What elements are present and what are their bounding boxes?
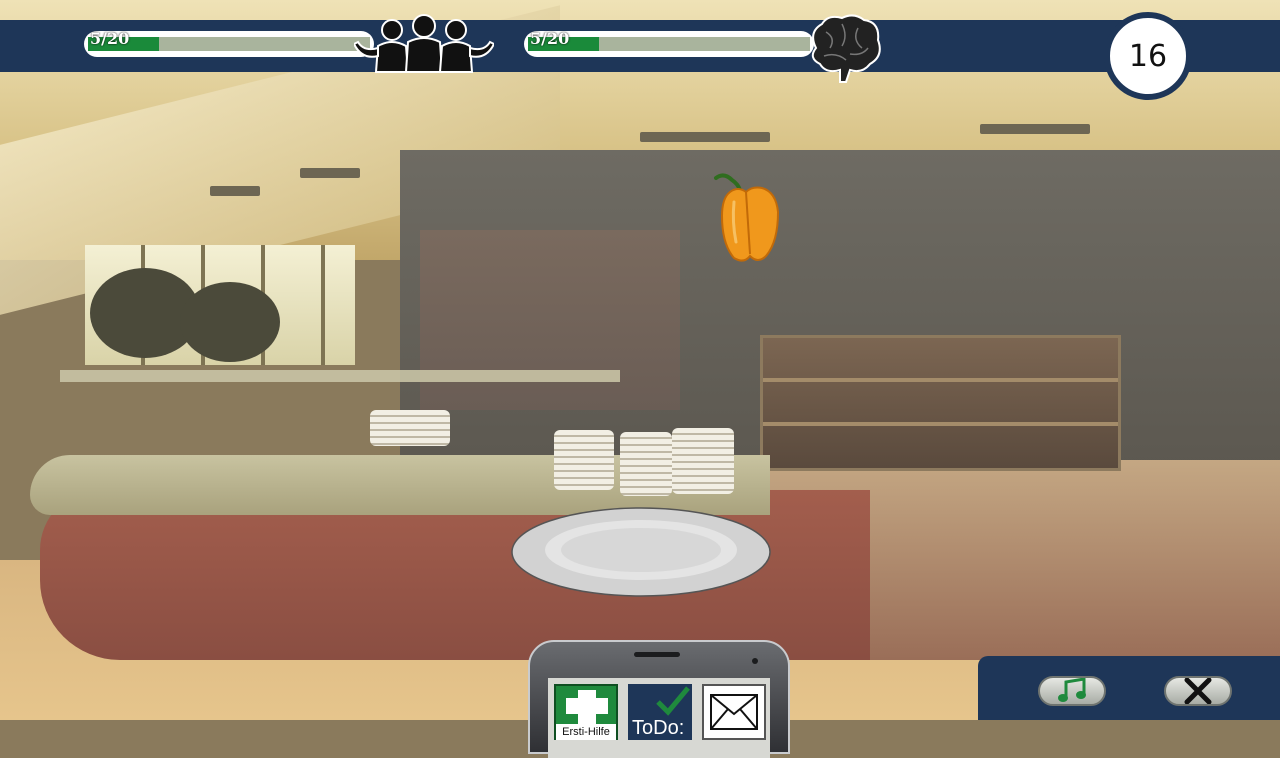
music-toggle-button[interactable] [1038,676,1106,706]
knowledge-progress-bar: 5/20 [524,29,814,57]
checkmark-icon [656,686,690,716]
knowledge-progress-label: 5/20 [530,29,570,48]
plate-stack [672,428,734,494]
sneeze-guard [60,370,620,382]
first-aid-app-button[interactable]: Ersti-Hilfe [554,684,618,740]
close-icon [1184,678,1212,704]
social-progress-bar: 5/20 [84,29,374,57]
control-panel [978,656,1280,720]
kitchen-interior [420,230,680,410]
plate-stack [620,432,672,496]
plant [180,282,280,362]
ceiling-light [300,168,360,178]
close-game-button[interactable] [1164,676,1232,706]
plate-stack [554,430,614,490]
phone-menu: Ersti-Hilfe ToDo: [528,640,790,758]
phone-speaker [634,652,680,657]
group-icon [354,14,494,73]
envelope-icon [710,694,758,730]
music-note-icon [1058,678,1086,702]
pepper-icon [714,173,780,262]
plate[interactable] [510,506,772,598]
plate-stack [370,410,450,446]
phone-camera [752,658,758,664]
todo-app-button[interactable]: ToDo: [628,684,692,740]
first-aid-app-label: Ersti-Hilfe [556,724,616,740]
ceiling-light [980,124,1090,134]
ceiling-light [210,186,260,196]
social-progress-label: 5/20 [90,29,130,48]
display-shelf [760,335,1121,471]
brain-icon [811,14,881,83]
todo-app-label: ToDo: [632,717,685,739]
countdown-timer: 16 [1104,12,1192,100]
ceiling-light [640,132,770,142]
mail-app-button[interactable] [702,684,766,740]
cafeteria-background [0,0,1280,720]
phone-screen: Ersti-Hilfe ToDo: [548,678,770,758]
